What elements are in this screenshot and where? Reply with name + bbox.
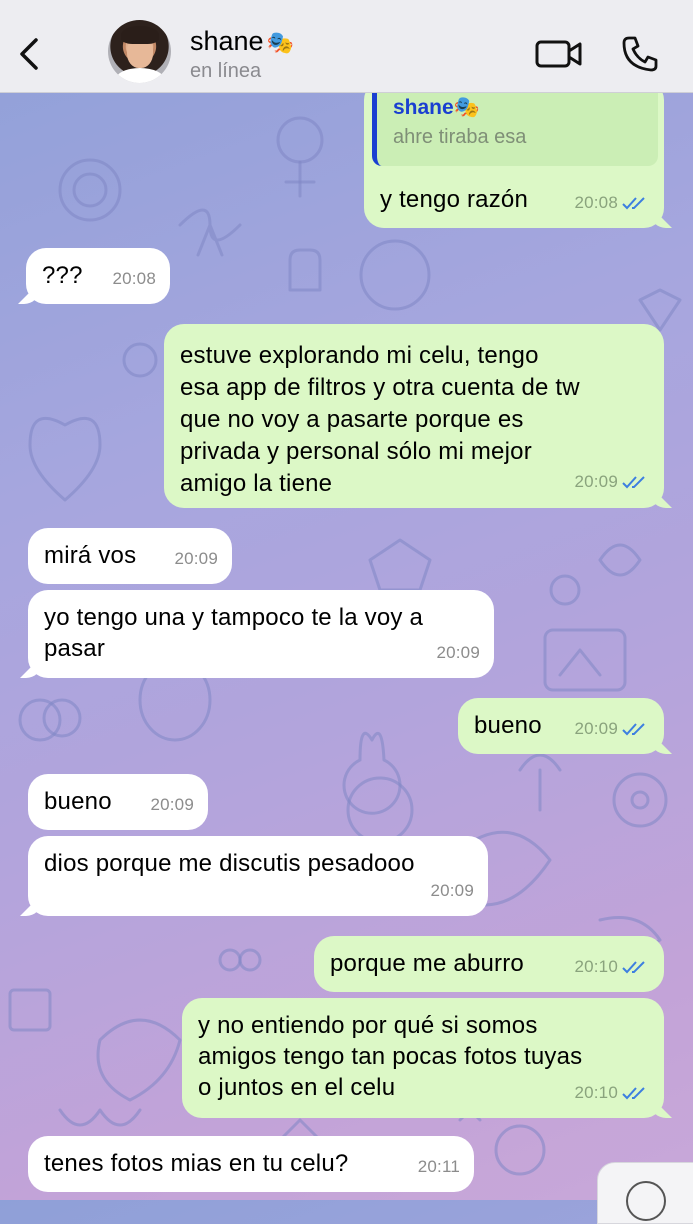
video-camera-icon[interactable] <box>535 38 583 70</box>
contact-name[interactable]: shane 🎭 <box>190 26 294 57</box>
message-body: y tengo razón 20:08 <box>364 172 664 228</box>
message-meta: 20:10 <box>574 1077 650 1108</box>
phone-icon[interactable] <box>621 35 659 73</box>
message-time: 20:09 <box>150 795 194 814</box>
message-meta: 20:08 <box>112 263 156 294</box>
read-ticks-icon <box>622 960 645 973</box>
message-time: 20:09 <box>574 472 618 491</box>
chevron-down-icon <box>626 1181 666 1221</box>
message-meta: 20:09 <box>430 875 474 906</box>
message-text: dios porque me discutis pesadooo <box>44 850 415 877</box>
reply-quote[interactable]: shane🎭 ahre tiraba esa <box>372 92 658 166</box>
message-meta: 20:09 <box>436 637 480 668</box>
message-bubble-outgoing[interactable]: estuve explorando mi celu, tengo esa app… <box>164 324 664 508</box>
read-ticks-icon <box>622 476 645 489</box>
chat-header: shane 🎭 en línea <box>0 0 693 93</box>
message-text: tenes fotos mias en tu celu? <box>44 1150 349 1177</box>
read-ticks-icon <box>622 722 645 735</box>
message-meta: 20:10 <box>574 951 650 982</box>
message-time: 20:09 <box>430 881 474 900</box>
message-time: 20:11 <box>417 1157 460 1176</box>
quote-text: ahre tiraba esa <box>393 126 527 148</box>
quote-author: shane🎭 <box>393 96 480 119</box>
message-meta: 20:11 <box>418 1151 460 1182</box>
message-meta: 20:09 <box>574 466 650 498</box>
read-ticks-icon <box>622 196 645 209</box>
message-time: 20:08 <box>574 193 618 212</box>
contact-status: en línea <box>190 60 262 82</box>
message-bubble-outgoing[interactable]: y no entiendo por qué si somos amigos te… <box>182 998 664 1118</box>
message-bubble-outgoing[interactable]: porque me aburro 20:10 <box>314 936 664 992</box>
message-text: yo tengo una y tampoco te la voy a pasar <box>44 604 424 662</box>
message-bubble-outgoing[interactable]: bueno 20:09 <box>458 698 664 754</box>
message-meta: 20:09 <box>574 713 650 744</box>
masks-emoji: 🎭 <box>266 30 294 55</box>
message-time: 20:10 <box>574 957 618 976</box>
message-bubble-incoming[interactable]: mirá vos 20:09 <box>28 528 232 584</box>
message-time: 20:09 <box>174 549 218 568</box>
scroll-to-bottom-button[interactable] <box>597 1162 693 1224</box>
message-meta: 20:08 <box>574 187 650 218</box>
message-bubble-incoming[interactable]: bueno 20:09 <box>28 774 208 830</box>
message-bubble-incoming[interactable]: tenes fotos mias en tu celu? 20:11 <box>28 1136 474 1192</box>
message-time: 20:10 <box>574 1083 618 1102</box>
message-time: 20:09 <box>436 643 480 662</box>
message-time: 20:08 <box>112 269 156 288</box>
contact-avatar[interactable] <box>108 20 171 83</box>
back-chevron-icon[interactable] <box>14 34 44 74</box>
message-bubble-incoming[interactable]: yo tengo una y tampoco te la voy a pasar… <box>28 590 494 678</box>
message-time: 20:09 <box>574 719 618 738</box>
message-meta: 20:09 <box>150 789 194 820</box>
message-bubble-incoming[interactable]: ??? 20:08 <box>26 248 170 304</box>
message-bubble-incoming[interactable]: dios porque me discutis pesadooo 20:09 <box>28 836 488 916</box>
read-ticks-icon <box>622 1086 645 1099</box>
message-meta: 20:09 <box>174 543 218 574</box>
